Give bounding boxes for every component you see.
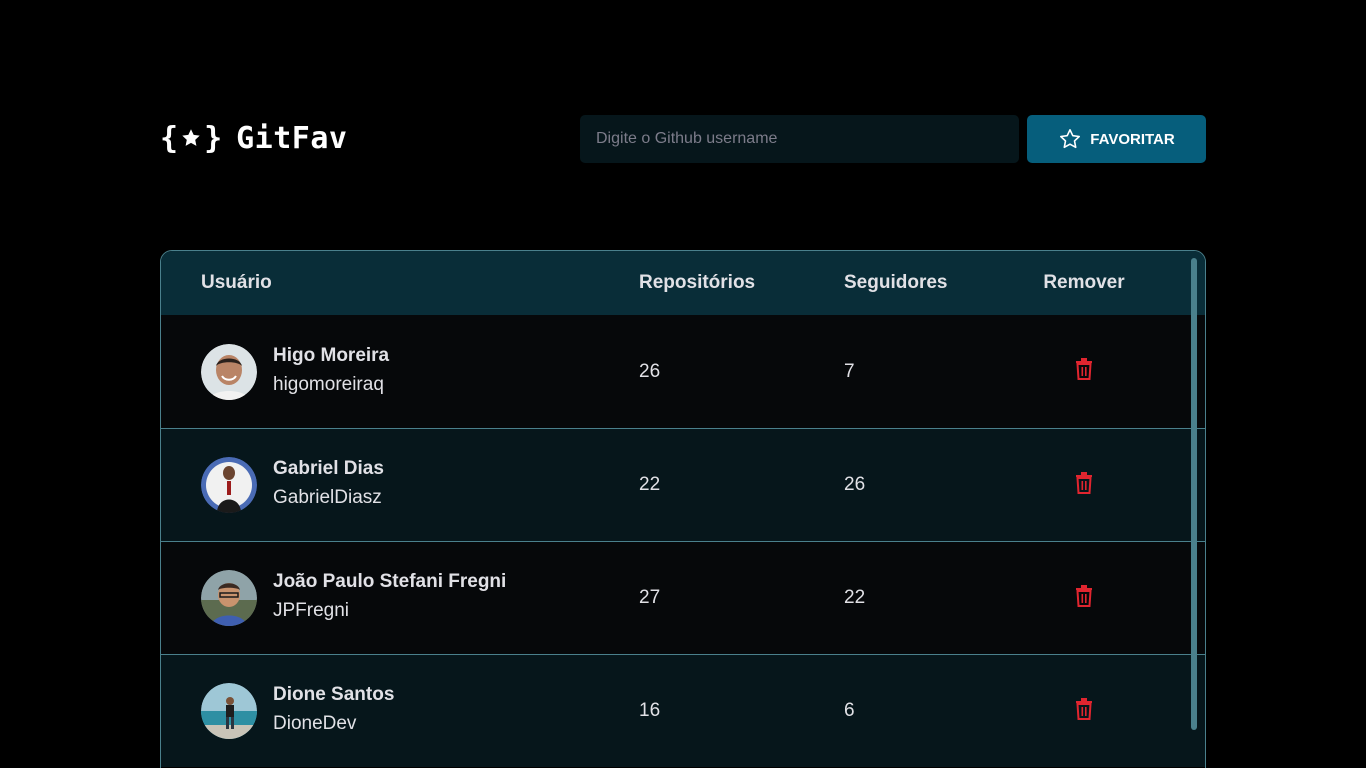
repo-count: 26: [639, 360, 661, 382]
logo-mark: { }: [160, 121, 222, 156]
table-row: João Paulo Stefani Fregni JPFregni 27 22: [161, 541, 1205, 654]
avatar[interactable]: [201, 570, 257, 626]
table-scrollbar[interactable]: [1191, 258, 1197, 730]
user-login: higomoreiraq: [273, 373, 384, 395]
logo-brace-left: {: [160, 120, 179, 156]
trash-icon[interactable]: [1073, 697, 1095, 721]
avatar[interactable]: [201, 343, 257, 400]
star-icon: [1060, 129, 1081, 149]
remove-cell: [1024, 697, 1144, 726]
app-title: GitFav: [236, 120, 348, 156]
user-cell: João Paulo Stefani Fregni JPFregni: [161, 569, 639, 627]
table-header: Usuário Repositórios Seguidores Remover: [161, 251, 1205, 315]
follower-count: 26: [844, 474, 866, 495]
header-repos: Repositórios: [639, 272, 756, 293]
user-name: Gabriel Dias: [273, 458, 384, 479]
user-info: Higo Moreira higomoreiraq: [273, 343, 389, 401]
user-info: Dione Santos DioneDev: [273, 682, 394, 740]
user-login: DioneDev: [273, 713, 357, 734]
header-user: Usuário: [201, 272, 272, 293]
remove-cell: [1024, 471, 1144, 500]
trash-icon[interactable]: [1073, 357, 1095, 381]
favorite-button-label: FAVORITAR: [1090, 130, 1175, 148]
user-login: JPFregni: [273, 600, 350, 621]
github-username-input[interactable]: [580, 115, 1019, 163]
header-followers: Seguidores: [844, 272, 948, 293]
repo-count: 16: [639, 700, 661, 721]
user-name: Higo Moreira: [273, 344, 390, 366]
table-row: Dione Santos DioneDev 16 6: [161, 654, 1205, 767]
repo-count: 22: [639, 474, 661, 495]
user-login: GabrielDiasz: [273, 487, 382, 508]
favorites-table: Usuário Repositórios Seguidores Remover: [160, 250, 1206, 768]
trash-icon[interactable]: [1073, 584, 1095, 608]
follower-count: 6: [844, 700, 855, 721]
follower-count: 22: [844, 587, 866, 608]
app-root: { } GitFav FAVORITAR Usuário Repositório…: [0, 0, 1366, 768]
user-info: João Paulo Stefani Fregni JPFregni: [273, 569, 506, 627]
user-cell: Dione Santos DioneDev: [161, 682, 639, 740]
trash-icon[interactable]: [1073, 471, 1095, 495]
remove-cell: [1024, 357, 1144, 386]
favorite-button[interactable]: FAVORITAR: [1027, 115, 1206, 163]
logo-star-icon: [182, 129, 200, 146]
avatar[interactable]: [201, 457, 257, 513]
user-cell: Higo Moreira higomoreiraq: [161, 343, 639, 401]
table-row: Gabriel Dias GabrielDiasz 22 26: [161, 428, 1205, 541]
user-name: João Paulo Stefani Fregni: [273, 571, 507, 592]
header-remove: Remover: [1043, 272, 1125, 293]
remove-cell: [1024, 584, 1144, 613]
user-info: Gabriel Dias GabrielDiasz: [273, 456, 384, 514]
table-body: Higo Moreira higomoreiraq 26 7 Gabriel D…: [161, 315, 1205, 767]
logo: { } GitFav: [160, 118, 348, 158]
table-row: Higo Moreira higomoreiraq 26 7: [161, 315, 1205, 428]
follower-count: 7: [844, 360, 855, 382]
avatar[interactable]: [201, 683, 257, 739]
repo-count: 27: [639, 587, 661, 608]
user-cell: Gabriel Dias GabrielDiasz: [161, 456, 639, 514]
user-name: Dione Santos: [273, 684, 395, 705]
logo-brace-right: }: [204, 120, 223, 156]
